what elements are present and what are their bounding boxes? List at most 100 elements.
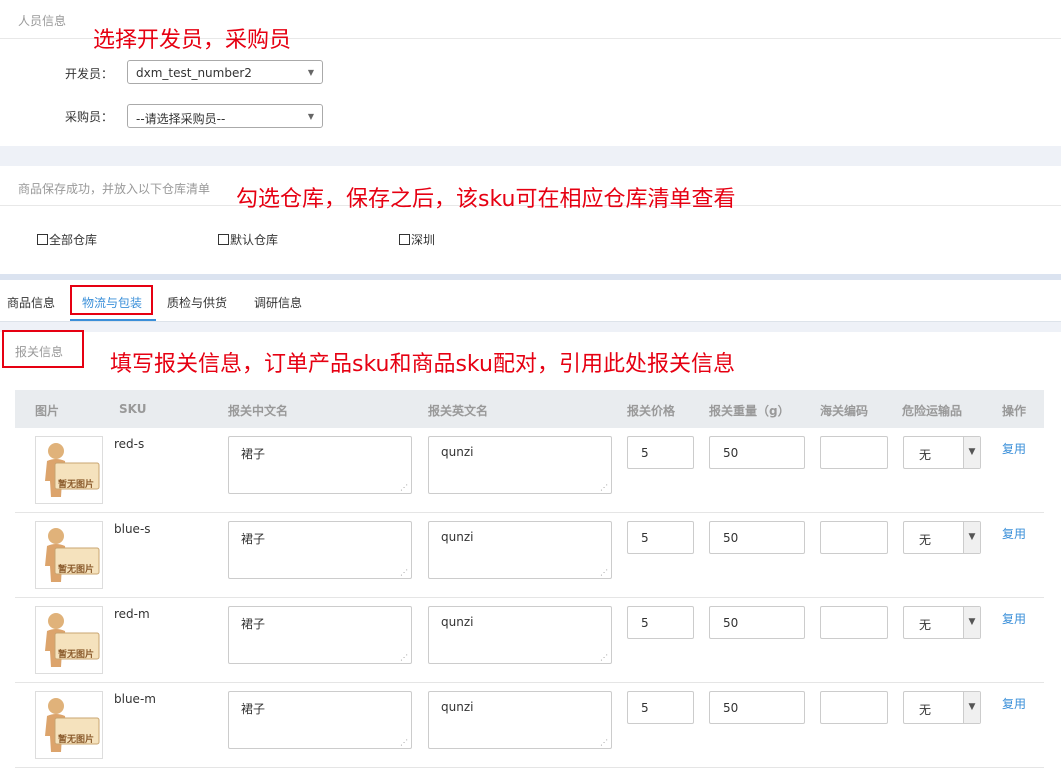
warehouse-option-label: 全部仓库	[49, 233, 98, 247]
column-header-cn-name: 报关中文名	[228, 404, 289, 418]
table-header	[15, 390, 1044, 428]
en-name-textarea[interactable]: qunzi ⋰	[428, 521, 612, 579]
cn-name-textarea[interactable]: 裙子 ⋰	[228, 521, 412, 579]
chevron-down-icon: ▼	[307, 112, 314, 121]
reuse-link[interactable]: 复用	[1002, 610, 1026, 627]
weight-input[interactable]: 50	[709, 691, 805, 724]
hs-code-input[interactable]	[820, 436, 888, 469]
resize-grip-icon[interactable]: ⋰	[400, 568, 408, 577]
dangerous-goods-value: 无	[919, 703, 932, 717]
warehouse-option-label: 默认仓库	[230, 233, 279, 247]
cn-name-textarea[interactable]: 裙子 ⋰	[228, 691, 412, 749]
column-header-price: 报关价格	[627, 404, 676, 418]
cn-name-value: 裙子	[241, 532, 266, 546]
chevron-down-icon[interactable]: ▼	[963, 437, 980, 468]
customs-section-title: 报关信息	[15, 345, 64, 359]
weight-input[interactable]: 50	[709, 606, 805, 639]
dangerous-goods-select[interactable]: 无 ▼	[903, 606, 981, 639]
cn-name-value: 裙子	[241, 617, 266, 631]
resize-grip-icon[interactable]: ⋰	[400, 738, 408, 747]
price-value: 5	[641, 446, 649, 460]
tab-product-info[interactable]: 商品信息	[7, 294, 55, 311]
resize-grip-icon[interactable]: ⋰	[600, 653, 608, 662]
product-thumbnail: 暂无图片	[35, 521, 103, 589]
dangerous-goods-value: 无	[919, 448, 932, 462]
no-image-label: 暂无图片	[58, 480, 95, 490]
resize-grip-icon[interactable]: ⋰	[600, 738, 608, 747]
buyer-select[interactable]: --请选择采购员-- ▼	[127, 104, 323, 128]
no-image-figure-icon	[36, 692, 102, 758]
resize-grip-icon[interactable]: ⋰	[400, 483, 408, 492]
en-name-textarea[interactable]: qunzi ⋰	[428, 436, 612, 494]
price-value: 5	[641, 701, 649, 715]
column-header-dangerous: 危险运输品	[902, 404, 963, 418]
weight-value: 50	[723, 531, 739, 545]
price-input[interactable]: 5	[627, 521, 694, 554]
tab-logistics-packaging[interactable]: 物流与包装	[82, 294, 142, 311]
product-thumbnail: 暂无图片	[35, 691, 103, 759]
section-band	[0, 274, 1061, 280]
resize-grip-icon[interactable]: ⋰	[600, 483, 608, 492]
developer-select-value: dxm_test_number2	[136, 66, 252, 80]
cn-name-textarea[interactable]: 裙子 ⋰	[228, 436, 412, 494]
weight-value: 50	[723, 446, 739, 460]
tab-research-info[interactable]: 调研信息	[254, 294, 302, 311]
no-image-label: 暂无图片	[58, 735, 95, 745]
warehouse-checkbox-all[interactable]: 全部仓库	[37, 231, 97, 248]
price-input[interactable]: 5	[627, 436, 694, 469]
column-header-sku: SKU	[119, 402, 147, 416]
buyer-select-value: --请选择采购员--	[136, 112, 226, 126]
tab-quality-supply[interactable]: 质检与供货	[167, 294, 227, 311]
sku-label: red-s	[114, 437, 145, 451]
price-input[interactable]: 5	[627, 606, 694, 639]
resize-grip-icon[interactable]: ⋰	[600, 568, 608, 577]
no-image-figure-icon	[36, 522, 102, 588]
checkbox-icon[interactable]	[37, 234, 48, 245]
reuse-link[interactable]: 复用	[1002, 695, 1026, 712]
price-value: 5	[641, 616, 649, 630]
en-name-value: qunzi	[441, 445, 474, 459]
personnel-section-title: 人员信息	[18, 14, 67, 28]
weight-input[interactable]: 50	[709, 436, 805, 469]
resize-grip-icon[interactable]: ⋰	[400, 653, 408, 662]
weight-value: 50	[723, 616, 739, 630]
row-divider	[15, 682, 1044, 683]
en-name-textarea[interactable]: qunzi ⋰	[428, 691, 612, 749]
annotation-personnel: 选择开发员，采购员	[93, 28, 292, 53]
cn-name-textarea[interactable]: 裙子 ⋰	[228, 606, 412, 664]
developer-select[interactable]: dxm_test_number2 ▼	[127, 60, 323, 84]
cn-name-value: 裙子	[241, 702, 266, 716]
cn-name-value: 裙子	[241, 447, 266, 461]
chevron-down-icon[interactable]: ▼	[963, 607, 980, 638]
hs-code-input[interactable]	[820, 521, 888, 554]
checkbox-icon[interactable]	[399, 234, 410, 245]
weight-input[interactable]: 50	[709, 521, 805, 554]
chevron-down-icon[interactable]: ▼	[963, 692, 980, 723]
product-thumbnail: 暂无图片	[35, 436, 103, 504]
warehouse-checkbox-shenzhen[interactable]: 深圳	[399, 231, 435, 248]
weight-value: 50	[723, 701, 739, 715]
chevron-down-icon[interactable]: ▼	[963, 522, 980, 553]
column-header-action: 操作	[1002, 404, 1027, 418]
dangerous-goods-select[interactable]: 无 ▼	[903, 521, 981, 554]
section-band	[0, 322, 1061, 332]
warehouse-checkbox-default[interactable]: 默认仓库	[218, 231, 278, 248]
annotation-customs: 填写报关信息，订单产品sku和商品sku配对，引用此处报关信息	[110, 352, 735, 377]
en-name-textarea[interactable]: qunzi ⋰	[428, 606, 612, 664]
row-divider	[15, 512, 1044, 513]
annotation-warehouse: 勾选仓库，保存之后，该sku可在相应仓库清单查看	[236, 187, 736, 212]
reuse-link[interactable]: 复用	[1002, 525, 1026, 542]
warehouse-option-label: 深圳	[411, 233, 436, 247]
dangerous-goods-select[interactable]: 无 ▼	[903, 436, 981, 469]
product-thumbnail: 暂无图片	[35, 606, 103, 674]
column-header-image: 图片	[35, 404, 60, 418]
checkbox-icon[interactable]	[218, 234, 229, 245]
column-header-en-name: 报关英文名	[428, 404, 489, 418]
dangerous-goods-select[interactable]: 无 ▼	[903, 691, 981, 724]
hs-code-input[interactable]	[820, 606, 888, 639]
reuse-link[interactable]: 复用	[1002, 440, 1026, 457]
price-input[interactable]: 5	[627, 691, 694, 724]
chevron-down-icon: ▼	[307, 68, 314, 77]
hs-code-input[interactable]	[820, 691, 888, 724]
en-name-value: qunzi	[441, 700, 474, 714]
